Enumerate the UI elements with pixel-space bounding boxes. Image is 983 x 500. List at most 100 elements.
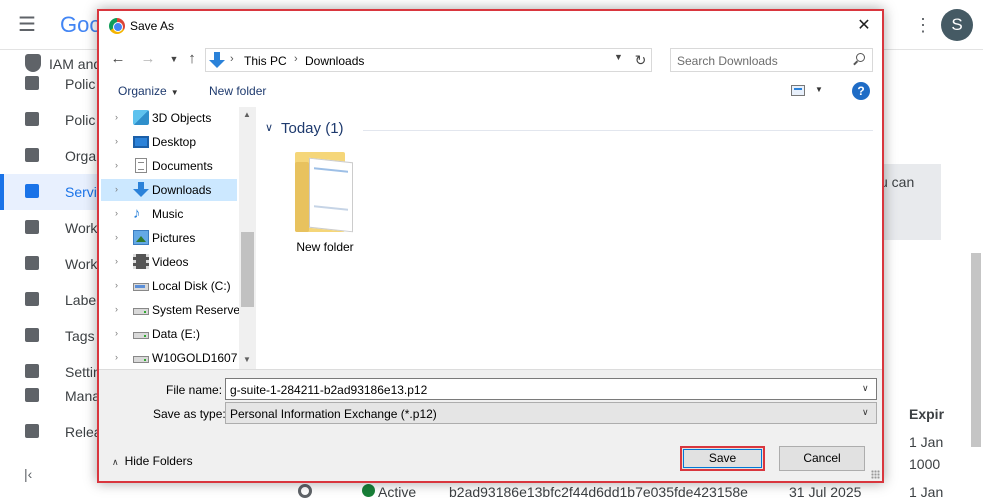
scroll-down-icon[interactable]: ▼ bbox=[243, 355, 251, 364]
file-name-input[interactable] bbox=[230, 382, 850, 397]
tree-item-label: Data (E:) bbox=[152, 327, 201, 341]
back-arrow-icon[interactable]: ← bbox=[109, 49, 127, 69]
dialog-titlebar[interactable]: Save As ✕ bbox=[99, 11, 882, 41]
chevron-right-icon[interactable]: › bbox=[115, 280, 118, 290]
chrome-icon bbox=[109, 18, 125, 34]
breadcrumb-separator-icon[interactable]: › bbox=[294, 53, 298, 65]
chevron-right-icon[interactable]: › bbox=[115, 328, 118, 338]
sidebar-item-label: Work bbox=[65, 220, 98, 236]
key-icon bbox=[298, 484, 312, 498]
cancel-button[interactable]: Cancel bbox=[779, 446, 865, 471]
file-name-dropdown-icon[interactable]: ∨ bbox=[862, 383, 869, 394]
folder-gear-icon bbox=[25, 388, 39, 402]
avatar[interactable]: S bbox=[941, 9, 973, 41]
pictures-icon bbox=[133, 230, 149, 245]
chevron-down-icon[interactable]: ∨ bbox=[265, 121, 273, 134]
recent-locations-chevron-icon[interactable]: ▼ bbox=[165, 49, 183, 69]
view-options-chevron-icon[interactable]: ▼ bbox=[815, 85, 823, 94]
breadcrumb-this-pc[interactable]: This PC bbox=[244, 54, 287, 68]
chevron-right-icon[interactable]: › bbox=[115, 208, 118, 218]
sidebar-item-tags[interactable]: Tags bbox=[0, 318, 100, 354]
refresh-icon[interactable]: ↻ bbox=[630, 48, 652, 72]
hide-folders-label: Hide Folders bbox=[124, 454, 193, 468]
sidebar-item-label: Polic bbox=[65, 112, 96, 128]
sidebar-item-policy-2[interactable]: Polic bbox=[0, 102, 100, 138]
sidebar-item-service-accounts[interactable]: Servi bbox=[0, 174, 100, 210]
sidebar-item-label: Polic bbox=[65, 76, 96, 92]
command-toolbar: Organize ▼ New folder ▼ ? bbox=[99, 79, 882, 105]
group-header-today[interactable]: ∨ Today (1) bbox=[265, 119, 877, 139]
tree-item-music[interactable]: › ♪ Music bbox=[101, 203, 237, 225]
chevron-right-icon[interactable]: › bbox=[115, 304, 118, 314]
chevron-right-icon[interactable]: › bbox=[115, 352, 118, 362]
file-item-new-folder[interactable]: New folder bbox=[289, 152, 361, 262]
sidebar-item-release-notes[interactable]: Relea bbox=[0, 414, 102, 450]
tree-item-pictures[interactable]: › Pictures bbox=[101, 227, 237, 249]
organize-button[interactable]: Organize ▼ bbox=[118, 84, 179, 98]
view-mode-icon[interactable] bbox=[791, 85, 805, 96]
chevron-right-icon[interactable]: › bbox=[115, 112, 118, 122]
more-vert-icon[interactable]: ⋮ bbox=[914, 14, 932, 36]
organize-label: Organize bbox=[118, 84, 167, 98]
chevron-right-icon[interactable]: › bbox=[115, 160, 118, 170]
scroll-up-icon[interactable]: ▲ bbox=[243, 110, 251, 119]
drive-icon bbox=[133, 356, 149, 363]
tree-item-label: Music bbox=[152, 207, 184, 221]
chevron-right-icon[interactable]: › bbox=[115, 256, 118, 266]
tree-item-desktop[interactable]: › Desktop bbox=[101, 131, 237, 153]
service-account-icon bbox=[25, 184, 39, 198]
tree-item-videos[interactable]: › Videos bbox=[101, 251, 237, 273]
tree-item-documents[interactable]: › Documents bbox=[101, 155, 237, 177]
sidebar-item-workload-2[interactable]: Work bbox=[0, 246, 100, 282]
search-icon[interactable] bbox=[853, 53, 865, 66]
chevron-down-icon: ∨ bbox=[862, 407, 869, 417]
help-icon[interactable]: ? bbox=[852, 82, 870, 100]
address-bar[interactable]: › This PC › Downloads ▼ bbox=[205, 48, 638, 72]
sidebar-item-labels[interactable]: Labe bbox=[0, 282, 100, 318]
save-as-type-value: Personal Information Exchange (*.p12) bbox=[230, 407, 437, 421]
tree-item-local-disk[interactable]: › Local Disk (C:) bbox=[101, 275, 237, 297]
navigation-pane: › 3D Objects › Desktop › Documents › Dow… bbox=[101, 107, 256, 369]
label-icon bbox=[25, 292, 39, 306]
sidebar-item-organization[interactable]: Orga bbox=[0, 138, 100, 174]
scrollbar-thumb[interactable] bbox=[241, 232, 254, 307]
navigation-pane-scrollbar[interactable]: ▲ ▼ bbox=[239, 107, 256, 369]
tree-item-label: 3D Objects bbox=[152, 111, 212, 125]
videos-icon bbox=[133, 254, 149, 269]
resize-grip-icon[interactable] bbox=[871, 470, 880, 479]
address-dropdown-icon[interactable]: ▼ bbox=[614, 52, 623, 62]
search-input[interactable] bbox=[677, 53, 847, 68]
save-button[interactable]: Save bbox=[680, 446, 765, 471]
tree-item-data-drive[interactable]: › Data (E:) bbox=[101, 323, 237, 345]
table-column-header-expiry[interactable]: Expir bbox=[909, 406, 944, 422]
forward-arrow-icon[interactable]: → bbox=[139, 49, 157, 69]
chevron-right-icon[interactable]: › bbox=[115, 136, 118, 146]
google-logo[interactable]: Goo bbox=[60, 12, 102, 38]
sidebar-item-manage[interactable]: Mana bbox=[0, 378, 100, 414]
chevron-right-icon[interactable]: › bbox=[115, 232, 118, 242]
search-box[interactable] bbox=[670, 48, 873, 72]
file-name-field[interactable]: ∨ bbox=[225, 378, 877, 400]
tree-item-w10gold1607[interactable]: › W10GOLD1607 ( bbox=[101, 347, 240, 369]
table-cell: 1 Jan bbox=[909, 434, 944, 450]
tree-item-downloads[interactable]: › Downloads bbox=[101, 179, 237, 201]
save-as-type-select[interactable]: Personal Information Exchange (*.p12) ∨ bbox=[225, 402, 877, 424]
close-button[interactable]: ✕ bbox=[851, 15, 877, 37]
tree-item-3d-objects[interactable]: › 3D Objects bbox=[101, 107, 237, 129]
sidebar-item-policy[interactable]: Polic bbox=[0, 66, 100, 102]
breadcrumb-separator-icon[interactable]: › bbox=[230, 53, 234, 65]
list-icon bbox=[25, 256, 39, 270]
up-arrow-icon[interactable]: ↑ bbox=[183, 49, 201, 69]
tree-item-label: Documents bbox=[152, 159, 213, 173]
file-list-pane[interactable]: ∨ Today (1) New folder bbox=[259, 107, 882, 369]
sidebar-item-workload-1[interactable]: Work bbox=[0, 210, 100, 246]
new-folder-button[interactable]: New folder bbox=[209, 84, 266, 98]
breadcrumb-downloads[interactable]: Downloads bbox=[305, 54, 364, 68]
chevron-right-icon[interactable]: › bbox=[115, 184, 118, 194]
tree-item-label: Downloads bbox=[152, 183, 212, 197]
tree-item-system-reserved[interactable]: › System Reserved bbox=[101, 299, 240, 321]
hide-folders-button[interactable]: ∧ Hide Folders bbox=[112, 454, 193, 468]
page-scrollbar[interactable] bbox=[971, 253, 981, 447]
menu-icon[interactable]: ☰ bbox=[18, 14, 40, 36]
collapse-sidebar-icon[interactable]: |‹ bbox=[24, 466, 32, 482]
